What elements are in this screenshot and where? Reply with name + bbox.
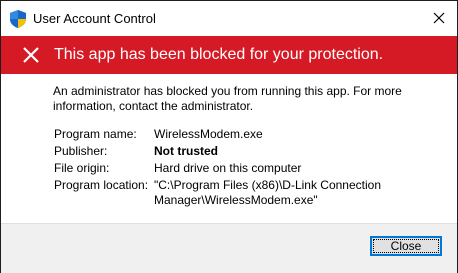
admin-message: An administrator has blocked you from ru… (53, 84, 402, 113)
shield-icon (10, 10, 26, 28)
close-button[interactable]: Close (370, 236, 442, 256)
close-icon[interactable] (429, 8, 449, 28)
button-bar: Close (1, 223, 457, 273)
blocked-banner: This app has been blocked for your prote… (1, 36, 457, 74)
publisher-label: Publisher: (54, 144, 108, 158)
file-origin-label: File origin: (54, 161, 110, 175)
program-name-label: Program name: (54, 127, 137, 141)
banner-heading: This app has been blocked for your prote… (54, 46, 384, 63)
close-button-label: Close (390, 239, 422, 253)
publisher-value: Not trusted (154, 144, 218, 158)
file-origin-value: Hard drive on this computer (154, 161, 302, 175)
program-name-value: WirelessModem.exe (154, 127, 263, 141)
program-location-label: Program location: (54, 178, 149, 192)
blocked-x-icon (21, 45, 41, 65)
title-bar[interactable]: User Account Control (1, 1, 457, 36)
program-location-value: "C:\Program Files (x86)\D-Link Connectio… (154, 178, 382, 207)
uac-dialog: User Account Control This app has been b… (0, 0, 458, 273)
window-title: User Account Control (33, 11, 156, 26)
